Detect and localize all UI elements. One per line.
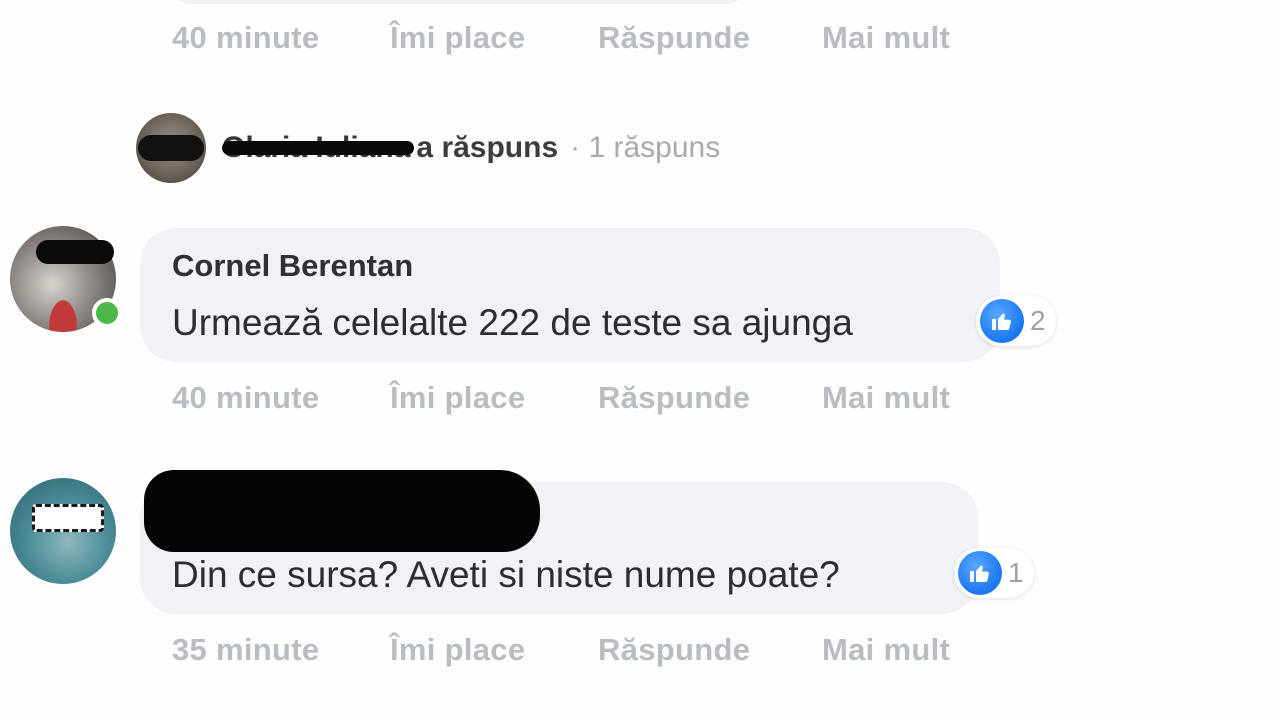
reaction-count: 2	[1030, 305, 1046, 336]
replier-avatar	[136, 113, 206, 183]
replies-count: · 1 răspuns	[570, 131, 721, 164]
more-button[interactable]: Mai mult	[822, 380, 950, 416]
avatar[interactable]	[10, 226, 122, 332]
like-button[interactable]: Îmi place	[390, 20, 598, 56]
comment-text: Urmează celelalte 222 de teste sa ajunga	[172, 302, 853, 343]
reaction-summary[interactable]: 2	[976, 296, 1056, 346]
online-status-icon	[92, 298, 122, 328]
replier-name: Olaria Iuliana	[222, 131, 415, 165]
like-thumb-icon	[958, 551, 1002, 595]
replied-label: a răspuns	[416, 131, 559, 164]
reaction-count: 1	[1008, 557, 1024, 588]
comment-bubble: Cornel Berentan Urmează celelalte 222 de…	[140, 228, 1000, 362]
avatar-redaction	[36, 240, 114, 264]
more-button[interactable]: Mai mult	[822, 20, 950, 56]
name-redaction	[222, 141, 415, 155]
comment-text: Din ce sursa? Aveti si niste nume poate?	[172, 554, 840, 595]
comment-author[interactable]: Cornel Berentan	[172, 248, 413, 284]
view-replies-link[interactable]: Olaria Iuliana a răspuns · 1 răspuns	[136, 112, 720, 184]
author-redaction	[144, 470, 540, 552]
like-thumb-icon	[980, 299, 1024, 343]
reply-button[interactable]: Răspunde	[598, 380, 822, 416]
comment-bubble: Din ce sursa? Aveti si niste nume poate?	[140, 470, 978, 614]
reaction-summary[interactable]: 1	[954, 548, 1034, 598]
comment-actions: 35 minute Îmi place Răspunde Mai mult	[172, 632, 950, 668]
like-button[interactable]: Îmi place	[390, 380, 598, 416]
previous-comment-bubble	[168, 0, 748, 4]
avatar[interactable]	[10, 478, 116, 584]
more-button[interactable]: Mai mult	[822, 632, 950, 668]
comment-actions: 40 minute Îmi place Răspunde Mai mult	[172, 20, 950, 56]
comment-timestamp: 40 minute	[172, 380, 320, 415]
avatar-redaction	[138, 135, 204, 161]
avatar-redaction	[32, 504, 104, 532]
comment-timestamp: 35 minute	[172, 632, 320, 667]
reply-button[interactable]: Răspunde	[598, 632, 822, 668]
comment-timestamp: 40 minute	[172, 20, 320, 55]
comments-thread: 40 minute Îmi place Răspunde Mai mult Ol…	[0, 0, 1280, 720]
like-button[interactable]: Îmi place	[390, 632, 598, 668]
reply-button[interactable]: Răspunde	[598, 20, 822, 56]
comment-actions: 40 minute Îmi place Răspunde Mai mult	[172, 380, 950, 416]
